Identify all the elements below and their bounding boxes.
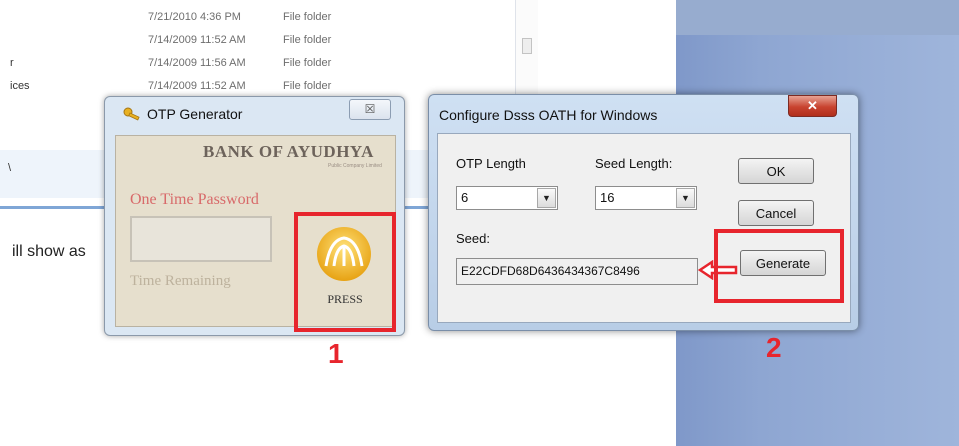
otp-title-bar[interactable]: OTP Generator ☒ — [105, 97, 404, 131]
otp-length-label: OTP Length — [456, 156, 526, 171]
step-number-2: 2 — [766, 332, 782, 363]
document-text: ill show as — [12, 243, 86, 260]
chevron-down-icon[interactable]: ▼ — [537, 188, 556, 208]
file-row[interactable]: 7/14/2009 11:52 AM File folder — [0, 31, 520, 54]
desktop-strip — [676, 0, 959, 35]
bank-subtitle: Public Company Limited — [328, 163, 382, 169]
file-list: 7/21/2010 4:36 PM File folder 7/14/2009 … — [0, 8, 520, 100]
seed-length-value: 16 — [600, 190, 615, 205]
selected-row-text: \ — [8, 162, 12, 174]
chevron-down-icon[interactable]: ▼ — [676, 188, 695, 208]
seed-label: Seed: — [456, 231, 490, 246]
file-date: 7/14/2009 11:52 AM — [148, 34, 246, 46]
file-row[interactable]: r 7/14/2009 11:56 AM File folder — [0, 54, 520, 77]
file-type: File folder — [283, 11, 332, 23]
file-date: 7/21/2010 4:36 PM — [148, 11, 241, 23]
close-button[interactable]: ☒ — [349, 99, 391, 120]
highlight-box-press — [294, 212, 396, 332]
seed-length-select[interactable]: 16 ▼ — [595, 186, 697, 210]
otp-length-value: 6 — [461, 190, 469, 205]
step-number-1: 1 — [328, 338, 344, 369]
file-name: ices — [10, 80, 30, 92]
otp-heading: One Time Password — [130, 191, 259, 208]
otp-display-field — [130, 216, 272, 262]
file-name: r — [10, 57, 14, 69]
file-row[interactable]: 7/21/2010 4:36 PM File folder — [0, 8, 520, 31]
seed-field[interactable]: E22CDFD68D6436434367C8496 — [456, 258, 698, 285]
seed-length-label: Seed Length: — [595, 156, 673, 171]
otp-length-select[interactable]: 6 ▼ — [456, 186, 558, 210]
bank-logo-text: BANK OF AYUDHYA — [203, 142, 374, 161]
file-type: File folder — [283, 34, 332, 46]
highlight-box-generate — [714, 229, 844, 303]
time-remaining-label: Time Remaining — [130, 273, 231, 289]
file-date: 7/14/2009 11:56 AM — [148, 57, 246, 69]
file-date: 7/14/2009 11:52 AM — [148, 80, 246, 92]
cancel-button[interactable]: Cancel — [738, 200, 814, 226]
close-button[interactable]: ✕ — [788, 95, 837, 117]
file-type: File folder — [283, 57, 332, 69]
dialog-title: Configure Dsss OATH for Windows — [439, 107, 658, 123]
seed-value: E22CDFD68D6436434367C8496 — [461, 264, 640, 278]
scrollbar-thumb[interactable] — [522, 38, 532, 54]
otp-window-title: OTP Generator — [147, 106, 243, 122]
ok-button[interactable]: OK — [738, 158, 814, 184]
key-icon — [123, 107, 140, 121]
file-type: File folder — [283, 80, 332, 92]
